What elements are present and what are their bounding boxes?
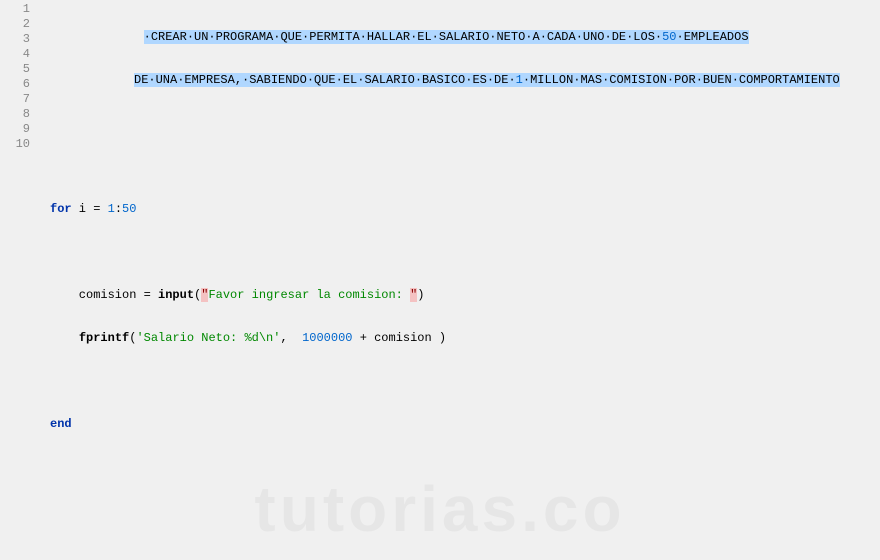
comment-text: DE·UNA·EMPRESA,·SABIENDO·QUE·EL·SALARIO·… — [134, 73, 516, 87]
selection[interactable]: DE·UNA·EMPRESA,·SABIENDO·QUE·EL·SALARIO·… — [134, 73, 840, 87]
comment-text: ·MILLON·MAS·COMISION·POR·BUEN·COMPORTAMI… — [523, 73, 840, 87]
number-literal: 1000000 — [302, 331, 352, 345]
code-line-10[interactable]: end — [36, 417, 880, 432]
number-literal: 1 — [108, 202, 115, 216]
comment-text: ·CREAR·UN·PROGRAMA·QUE·PERMITA·HALLAR·EL… — [144, 30, 662, 44]
comment-text: ·EMPLEADOS — [677, 30, 749, 44]
keyword-end: end — [50, 417, 72, 431]
code-line-8[interactable]: fprintf('Salario Neto: %d\n', 1000000 + … — [36, 331, 880, 346]
line-number: 4 — [0, 47, 36, 62]
line-number: 3 — [0, 32, 36, 47]
line-number: 1 — [0, 2, 36, 17]
number-literal: 50 — [122, 202, 136, 216]
line-number: 8 — [0, 107, 36, 122]
string-literal: Favor ingresar la comision: — [208, 288, 410, 302]
line-number: 9 — [0, 122, 36, 137]
code-text: , — [280, 331, 302, 345]
selection[interactable]: ·CREAR·UN·PROGRAMA·QUE·PERMITA·HALLAR·EL… — [144, 30, 749, 44]
code-line-2[interactable]: DE·UNA·EMPRESA,·SABIENDO·QUE·EL·SALARIO·… — [36, 73, 880, 88]
code-line-7[interactable]: comision = input("Favor ingresar la comi… — [36, 288, 880, 303]
code-line-6[interactable] — [36, 245, 880, 260]
code-text: : — [115, 202, 122, 216]
code-text: comision = — [50, 288, 158, 302]
paren: ) — [417, 288, 424, 302]
code-line-9[interactable] — [36, 374, 880, 389]
code-line-4[interactable] — [36, 159, 880, 174]
number-literal: 50 — [662, 30, 676, 44]
code-text: + comision ) — [353, 331, 447, 345]
function-fprintf: fprintf — [79, 331, 129, 345]
string-literal: 'Salario Neto: %d\n' — [136, 331, 280, 345]
indent-ws — [50, 331, 79, 345]
code-line-3[interactable] — [36, 116, 880, 131]
line-number: 2 — [0, 17, 36, 32]
indent-ws — [50, 30, 144, 44]
line-number-gutter: 1 2 3 4 5 6 7 8 9 10 — [0, 0, 36, 560]
number-literal: 1 — [516, 73, 523, 87]
keyword-for: for — [50, 202, 72, 216]
code-line-1[interactable]: ·CREAR·UN·PROGRAMA·QUE·PERMITA·HALLAR·EL… — [36, 30, 880, 45]
code-editor[interactable]: 1 2 3 4 5 6 7 8 9 10 ·CREAR·UN·PROGRAMA·… — [0, 0, 880, 560]
code-area[interactable]: ·CREAR·UN·PROGRAMA·QUE·PERMITA·HALLAR·EL… — [36, 0, 880, 560]
function-input: input — [158, 288, 194, 302]
line-number: 10 — [0, 137, 36, 152]
line-number: 5 — [0, 62, 36, 77]
line-number: 7 — [0, 92, 36, 107]
code-text: i = — [72, 202, 108, 216]
code-line-5[interactable]: for i = 1:50 — [36, 202, 880, 217]
line-number: 6 — [0, 77, 36, 92]
